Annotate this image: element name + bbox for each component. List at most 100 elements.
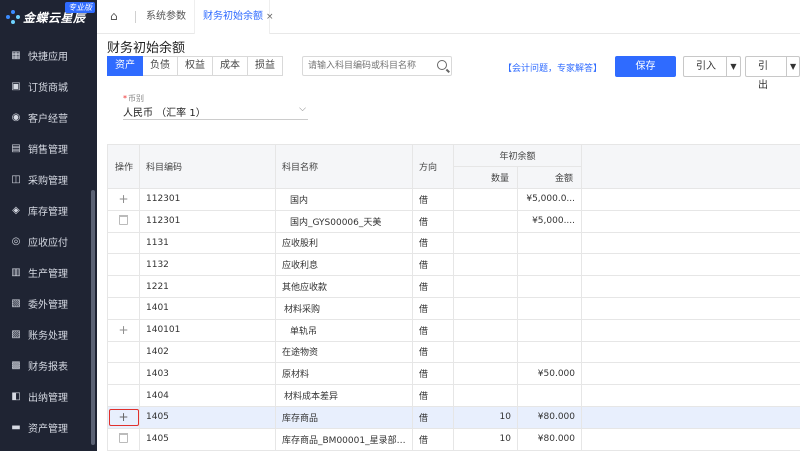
tab-financial-opening-balance[interactable]: 财务初始余额 × [194, 0, 274, 34]
qty-cell[interactable] [453, 296, 518, 320]
sidebar-item-label: 采购管理 [28, 176, 68, 187]
chevron-down-icon[interactable]: ▼ [726, 57, 740, 76]
qty-cell[interactable] [453, 340, 518, 364]
close-icon[interactable]: × [266, 12, 274, 22]
qty-cell[interactable] [453, 384, 518, 407]
qty-cell[interactable] [453, 209, 518, 233]
sidebar-scrollbar[interactable] [91, 190, 95, 445]
trash-icon[interactable] [119, 432, 128, 443]
sidebar-item[interactable]: ◉ 客户经营 [0, 102, 90, 133]
sidebar-item[interactable]: ▤ 销售管理 [0, 133, 90, 164]
sidebar-item[interactable]: ▨ 账务处理 [0, 319, 90, 350]
plus-icon[interactable]: + [118, 193, 128, 205]
amount-cell[interactable]: ¥5,000.0... [516, 188, 583, 211]
sidebar-item-label: 订货商城 [28, 83, 68, 94]
qty-cell[interactable]: 10 [453, 405, 518, 429]
sidebar-item[interactable]: ▧ 委外管理 [0, 288, 90, 319]
search-input[interactable] [303, 57, 431, 75]
row-op-cell [107, 296, 140, 320]
table-row[interactable]: 112301 国内_GYS00006_天美借 ¥5,000.... [107, 209, 800, 233]
amount-cell[interactable] [516, 384, 583, 407]
col-amount: 金额 [516, 166, 583, 189]
tab-assets[interactable]: 资产 [107, 56, 143, 76]
customer-icon: ◉ [11, 112, 21, 123]
amount-cell[interactable] [516, 340, 583, 364]
sidebar-item[interactable]: ▥ 生产管理 [0, 257, 90, 288]
direction-cell: 借 [412, 209, 454, 233]
tab-liabilities[interactable]: 负债 [143, 56, 178, 76]
home-icon[interactable]: ⌂ [110, 9, 124, 23]
table-row[interactable]: 1401 材料采购借 [107, 296, 800, 320]
qty-cell[interactable]: 10 [453, 427, 518, 451]
sidebar-item[interactable]: ▦ 快捷应用 [0, 40, 90, 71]
sidebar-item[interactable]: ◧ 出纳管理 [0, 381, 90, 412]
currency-select[interactable]: 人民币 （汇率 1） ⌵ [123, 104, 308, 120]
qty-cell[interactable] [453, 318, 518, 342]
app-logo[interactable]: 金蝶云星辰 专业版 [0, 0, 97, 34]
expert-help-link[interactable]: 【会计问题，专家解答】 [503, 61, 602, 74]
table-row[interactable]: 1403 原材料借 ¥50.000 [107, 362, 800, 386]
table-row[interactable]: 1404 材料成本差异借 [107, 384, 800, 407]
table-row[interactable]: 1131 应收股利借 [107, 231, 800, 255]
amount-cell[interactable]: ¥50.000 [516, 362, 583, 386]
import-button[interactable]: 引入 [684, 57, 726, 76]
sidebar-item[interactable]: ▩ 财务报表 [0, 350, 90, 381]
save-button[interactable]: 保存 [615, 56, 676, 77]
sidebar-item-label: 财务报表 [28, 362, 68, 373]
sidebar-item[interactable]: ◫ 采购管理 [0, 164, 90, 195]
tab-system-params[interactable]: 系统参数 [146, 0, 186, 34]
sidebar-item[interactable]: ◈ 库存管理 [0, 195, 90, 226]
sidebar-item-label: 账务处理 [28, 331, 68, 342]
sidebar-item-label: 委外管理 [28, 300, 68, 311]
sidebar-item[interactable]: ◎ 应收应付 [0, 226, 90, 257]
export-button[interactable]: 引出 [746, 57, 786, 91]
amount-cell[interactable] [516, 296, 583, 320]
table-row[interactable]: 1402 在途物资借 [107, 340, 800, 364]
currency-label: *币别 [123, 93, 144, 104]
table-row[interactable]: +1405 库存商品借 10 ¥80.000 [107, 405, 800, 429]
account-code-cell: 140101 [139, 318, 276, 342]
sidebar-item[interactable]: ▬ 资产管理 [0, 412, 90, 443]
qty-cell[interactable] [453, 362, 518, 386]
sidebar-item-label: 快捷应用 [28, 52, 68, 63]
search-icon[interactable] [437, 60, 447, 70]
qty-cell[interactable] [453, 253, 518, 277]
amount-cell[interactable]: ¥5,000.... [516, 209, 583, 233]
amount-cell[interactable]: ¥80.000 [516, 405, 583, 429]
chevron-down-icon[interactable]: ▼ [786, 57, 799, 76]
col-name[interactable]: 科目名称 [275, 144, 413, 189]
qty-cell[interactable] [453, 231, 518, 255]
cashier-icon: ◧ [11, 391, 21, 402]
col-direction[interactable]: 方向 [412, 144, 454, 189]
qty-cell[interactable] [453, 188, 518, 211]
row-op-cell [107, 427, 140, 451]
sidebar-item[interactable]: ▣ 订货商城 [0, 71, 90, 102]
table-row[interactable]: 1132 应收利息借 [107, 253, 800, 277]
tab-cost[interactable]: 成本 [213, 56, 248, 76]
chevron-down-icon[interactable]: ⌵ [299, 104, 306, 114]
account-code-cell: 1132 [139, 253, 276, 277]
tab-profit-loss[interactable]: 损益 [248, 56, 283, 76]
table-row[interactable]: +112301 国内借 ¥5,000.0... [107, 188, 800, 211]
account-code-cell: 1403 [139, 362, 276, 386]
account-name-cell: 单轨吊 [275, 318, 413, 342]
qty-cell[interactable] [453, 275, 518, 298]
trash-icon[interactable] [119, 214, 128, 225]
amount-cell[interactable] [516, 275, 583, 298]
spacer-cell [581, 209, 800, 233]
tab-equity[interactable]: 权益 [178, 56, 213, 76]
table-row[interactable]: 1221 其他应收款借 [107, 275, 800, 298]
plus-icon[interactable]: + [108, 408, 139, 426]
account-name-cell: 原材料 [275, 362, 413, 386]
amount-cell[interactable] [516, 231, 583, 255]
direction-cell: 借 [412, 275, 454, 298]
amount-cell[interactable] [516, 253, 583, 277]
cart-icon: ◫ [11, 174, 21, 185]
table-row[interactable]: 1405 库存商品_BM00001_星录部1... 借 10 ¥80.000 [107, 427, 800, 451]
account-code-cell: 1131 [139, 231, 276, 255]
table-row[interactable]: +140101 单轨吊借 [107, 318, 800, 342]
col-code[interactable]: 科目编码 [139, 144, 276, 189]
plus-icon[interactable]: + [118, 324, 128, 336]
amount-cell[interactable] [516, 318, 583, 342]
amount-cell[interactable]: ¥80.000 [516, 427, 583, 451]
